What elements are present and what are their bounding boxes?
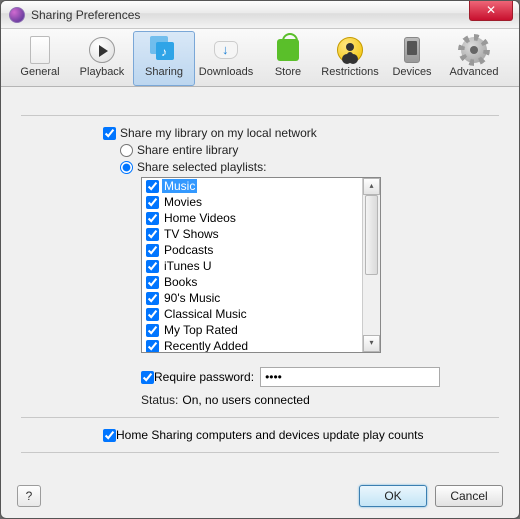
playlist-item[interactable]: iTunes U [142, 258, 380, 274]
scroll-thumb[interactable] [365, 195, 378, 275]
playlist-item[interactable]: Home Videos [142, 210, 380, 226]
playlist-item[interactable]: My Top Rated [142, 322, 380, 338]
home-sharing-label: Home Sharing computers and devices updat… [116, 428, 424, 442]
playlist-name: Music [162, 179, 197, 193]
playlist-checkbox[interactable] [146, 308, 159, 321]
share-selected-label: Share selected playlists: [137, 160, 266, 174]
playlist-item[interactable]: Movies [142, 194, 380, 210]
tab-general[interactable]: General [9, 31, 71, 86]
share-library-label: Share my library on my local network [120, 126, 317, 140]
share-selected-radio[interactable] [120, 161, 133, 174]
home-sharing-checkbox[interactable] [103, 429, 116, 442]
share-entire-radio[interactable] [120, 144, 133, 157]
tab-label-restrictions: Restrictions [321, 66, 378, 78]
scrollbar[interactable]: ▴ ▾ [362, 178, 380, 352]
playlist-name: Classical Music [162, 307, 249, 321]
tab-devices[interactable]: Devices [381, 31, 443, 86]
playlist-item[interactable]: Classical Music [142, 306, 380, 322]
titlebar[interactable]: Sharing Preferences ✕ [1, 1, 519, 29]
gear-icon [461, 37, 487, 63]
tab-label-store: Store [275, 66, 301, 78]
playlist-listbox[interactable]: Music Movies Home Videos TV Shows Podcasts iT… [141, 177, 381, 353]
tab-label-general: General [20, 66, 59, 78]
ok-button[interactable]: OK [359, 485, 427, 507]
separator [21, 452, 499, 453]
playlist-name: Podcasts [162, 243, 215, 257]
app-icon [9, 7, 25, 23]
playlist-name: TV Shows [162, 227, 221, 241]
tab-label-advanced: Advanced [450, 66, 499, 78]
play-icon [89, 37, 115, 63]
playlist-checkbox[interactable] [146, 196, 159, 209]
share-entire-label: Share entire library [137, 143, 238, 157]
playlist-checkbox[interactable] [146, 228, 159, 241]
playlist-checkbox[interactable] [146, 260, 159, 273]
require-password-checkbox[interactable] [141, 371, 154, 384]
playlist-item[interactable]: 90's Music [142, 290, 380, 306]
general-icon [30, 36, 50, 64]
tab-downloads[interactable]: Downloads [195, 31, 257, 86]
playlist-name: My Top Rated [162, 323, 240, 337]
playlist-name: Home Videos [162, 211, 238, 225]
tab-sharing[interactable]: ♪ Sharing [133, 31, 195, 86]
status-caption: Status: [141, 393, 178, 407]
playlist-name: Books [162, 275, 199, 289]
playlist-item[interactable]: Recently Added [142, 338, 380, 353]
store-icon [277, 39, 299, 61]
playlist-checkbox[interactable] [146, 324, 159, 337]
separator [21, 115, 499, 116]
tab-label-downloads: Downloads [199, 66, 253, 78]
playlist-name: Recently Added [162, 339, 250, 353]
tab-advanced[interactable]: Advanced [443, 31, 505, 86]
playlist-checkbox[interactable] [146, 180, 159, 193]
footer: ? OK Cancel [1, 474, 519, 518]
tab-label-playback: Playback [80, 66, 125, 78]
sharing-icon: ♪ [150, 36, 178, 64]
playlist-name: iTunes U [162, 259, 214, 273]
tab-label-sharing: Sharing [145, 66, 183, 78]
separator [21, 417, 499, 418]
playlist-list: Music Movies Home Videos TV Shows Podcasts iT… [142, 178, 380, 353]
playlist-item[interactable]: Books [142, 274, 380, 290]
playlist-name: 90's Music [162, 291, 222, 305]
share-library-checkbox[interactable] [103, 127, 116, 140]
playlist-checkbox[interactable] [146, 244, 159, 257]
device-icon [404, 37, 420, 63]
playlist-item[interactable]: Podcasts [142, 242, 380, 258]
tab-playback[interactable]: Playback [71, 31, 133, 86]
password-field[interactable] [260, 367, 440, 387]
cancel-button[interactable]: Cancel [435, 485, 503, 507]
content-pane: Share my library on my local network Sha… [1, 87, 519, 474]
toolbar: General Playback ♪ Sharing Downloads Sto… [1, 29, 519, 87]
playlist-checkbox[interactable] [146, 276, 159, 289]
tab-store[interactable]: Store [257, 31, 319, 86]
scroll-up-button[interactable]: ▴ [363, 178, 380, 195]
playlist-item[interactable]: TV Shows [142, 226, 380, 242]
download-icon [214, 41, 238, 59]
restrictions-icon [337, 37, 363, 63]
playlist-checkbox[interactable] [146, 292, 159, 305]
close-button[interactable]: ✕ [469, 1, 513, 21]
playlist-item[interactable]: Music [142, 178, 380, 194]
playlist-checkbox[interactable] [146, 340, 159, 353]
help-button[interactable]: ? [17, 485, 41, 507]
status-value: On, no users connected [182, 393, 309, 407]
scroll-down-button[interactable]: ▾ [363, 335, 380, 352]
require-password-label: Require password: [154, 370, 254, 384]
window: Sharing Preferences ✕ General Playback ♪… [0, 0, 520, 519]
tab-label-devices: Devices [392, 66, 431, 78]
window-title: Sharing Preferences [31, 8, 140, 22]
playlist-checkbox[interactable] [146, 212, 159, 225]
playlist-name: Movies [162, 195, 204, 209]
tab-restrictions[interactable]: Restrictions [319, 31, 381, 86]
